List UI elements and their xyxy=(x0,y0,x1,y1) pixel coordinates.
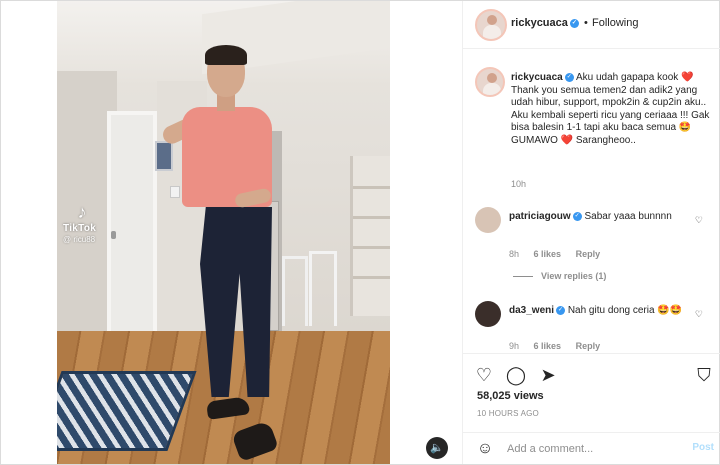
caption-text: Aku udah gapapa kook ❤️ Thank you semua … xyxy=(511,72,710,146)
wall-picture xyxy=(155,141,173,171)
caption-username[interactable]: rickycuaca xyxy=(511,72,563,83)
comment-time[interactable]: 9h xyxy=(509,341,519,351)
heart-icon[interactable]: ♡ xyxy=(473,364,495,386)
avatar[interactable] xyxy=(475,301,501,327)
following-button[interactable]: Following xyxy=(592,17,638,29)
post-header: rickycuaca ✓ • Following xyxy=(463,1,720,49)
share-icon[interactable]: ➤ xyxy=(537,364,559,386)
posted-time: 10 HOURS AGO xyxy=(477,409,539,418)
speaker-icon[interactable]: 🔈 xyxy=(426,437,448,459)
avatar[interactable] xyxy=(475,9,507,41)
view-count[interactable]: 58,025 views xyxy=(477,390,544,402)
tiktok-user: @ ricu88 xyxy=(63,235,96,244)
smiley-icon[interactable]: ☺ xyxy=(475,439,495,459)
verified-icon: ✓ xyxy=(556,305,566,315)
comment-username[interactable]: patriciagouw xyxy=(509,211,571,222)
comment-text: Nah gitu dong ceria 🤩🤩 xyxy=(567,305,683,316)
video-gutter xyxy=(390,1,462,464)
comment-likes[interactable]: 6 likes xyxy=(534,341,562,351)
reply-button[interactable]: Reply xyxy=(576,341,601,351)
comment-composer: ☺ Post xyxy=(463,432,720,464)
comment-likes[interactable]: 6 likes xyxy=(534,249,562,259)
bookshelf xyxy=(350,156,390,316)
comment-username[interactable]: da3_weni xyxy=(509,305,554,316)
video-player[interactable]: ♪ TikTok @ ricu88 xyxy=(57,1,390,464)
caption-timestamp[interactable]: 10h xyxy=(511,179,526,189)
caption-text-block: rickycuaca ✓ Aku udah gapapa kook ❤️ Than… xyxy=(511,72,711,147)
post-sidebar: rickycuaca ✓ • Following rickycuaca ✓ Aku … xyxy=(462,1,720,464)
post-actions: ♡ ◯ ➤ ⛉ 58,025 views 10 HOURS AGO xyxy=(463,353,720,433)
comment-time[interactable]: 8h xyxy=(509,249,519,259)
like-comment-heart-icon[interactable]: ♡ xyxy=(695,215,703,226)
verified-icon: ✓ xyxy=(569,18,579,28)
comment-meta: 8h 6 likes Reply xyxy=(509,249,612,259)
tiktok-brand: TikTok xyxy=(63,223,97,234)
header-username[interactable]: rickycuaca ✓ xyxy=(511,17,579,29)
comment-text: Sabar yaaa bunnnn xyxy=(584,211,672,222)
post-button[interactable]: Post xyxy=(692,442,714,453)
comment-icon[interactable]: ◯ xyxy=(505,364,527,386)
comment-meta: 9h 6 likes Reply xyxy=(509,341,612,351)
tiktok-watermark: ♪ TikTok @ ricu88 xyxy=(63,201,96,244)
separator-dot: • xyxy=(584,17,588,29)
comment-text-block: patriciagouw ✓ Sabar yaaa bunnnn xyxy=(509,211,689,224)
tiktok-logo-icon: ♪ xyxy=(77,202,87,222)
bookmark-icon[interactable]: ⛉ xyxy=(693,364,715,386)
caption-avatar[interactable] xyxy=(475,67,505,97)
like-comment-heart-icon[interactable]: ♡ xyxy=(695,309,703,320)
verified-icon: ✓ xyxy=(572,211,582,221)
comment-text-block: da3_weni ✓ Nah gitu dong ceria 🤩🤩 xyxy=(509,305,689,318)
verified-icon: ✓ xyxy=(564,72,574,82)
left-gutter xyxy=(1,1,57,464)
comment-input[interactable] xyxy=(507,440,677,458)
door xyxy=(107,111,157,336)
reply-button[interactable]: Reply xyxy=(576,249,601,259)
view-replies-button[interactable]: View replies (1) xyxy=(513,271,606,281)
avatar[interactable] xyxy=(475,207,501,233)
